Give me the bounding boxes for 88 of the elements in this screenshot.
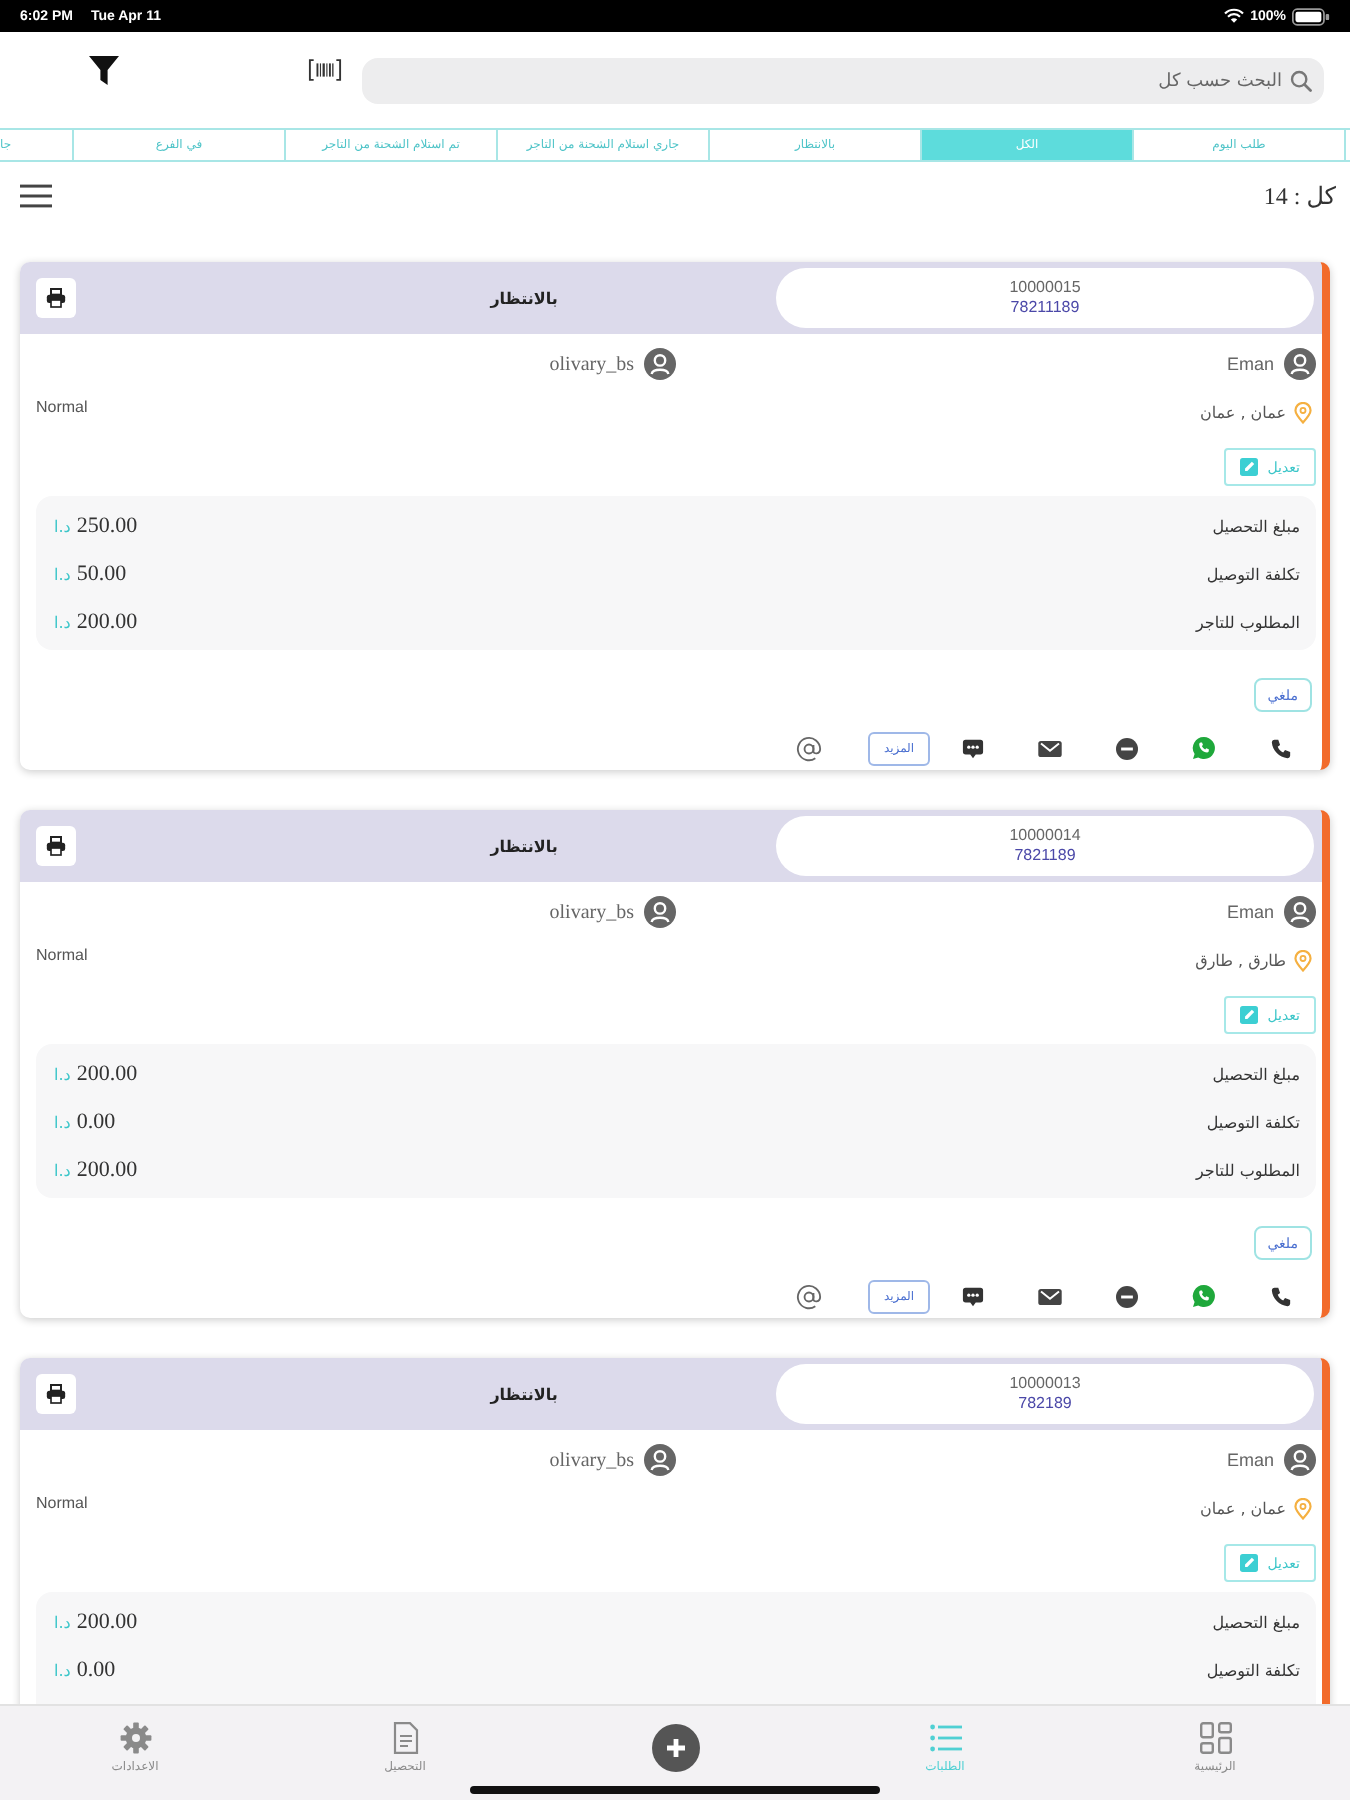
edit-icon <box>1239 1006 1258 1024</box>
envelope-icon[interactable] <box>1038 1287 1062 1305</box>
order-phone: 782189 <box>1018 1394 1072 1414</box>
at-sign-icon[interactable] <box>796 1283 822 1309</box>
amount-label: مبلغ التحصيل <box>1212 1065 1300 1083</box>
minus-circle-icon[interactable] <box>1116 1285 1138 1307</box>
amount-value: 200.00 <box>76 1158 138 1182</box>
currency-label: د.ا <box>54 1114 71 1132</box>
order-number: 10000014 <box>1009 826 1081 846</box>
amount-label: تكلفة التوصيل <box>1206 565 1300 583</box>
barcode-scan-icon[interactable] <box>308 58 342 82</box>
print-button[interactable] <box>36 278 76 318</box>
location-pin-icon <box>1294 949 1312 971</box>
wifi-icon <box>1224 8 1245 24</box>
search-icon <box>1290 70 1312 92</box>
gear-icon <box>119 1722 152 1754</box>
currency-label: د.ا <box>54 614 71 632</box>
currency-label: د.ا <box>54 1614 71 1632</box>
location-text: عمان , عمان <box>1199 403 1286 421</box>
location-pin-icon <box>1294 401 1312 423</box>
phone-icon[interactable] <box>1270 737 1292 759</box>
customer-name: Eman <box>1226 902 1274 922</box>
document-icon <box>389 1722 421 1754</box>
avatar-icon <box>1284 1444 1316 1476</box>
chat-phone-icon[interactable] <box>1192 736 1216 760</box>
currency-label: د.ا <box>54 1066 71 1084</box>
print-button[interactable] <box>36 1374 76 1414</box>
amount-value: 250.00 <box>76 514 138 538</box>
at-sign-icon[interactable] <box>796 735 822 761</box>
merchant-name: olivary_bs <box>549 1449 634 1471</box>
merchant-name: olivary_bs <box>549 901 634 923</box>
avatar-icon <box>644 348 676 380</box>
list-icon <box>929 1722 962 1754</box>
amount-label: تكلفة التوصيل <box>1206 1661 1300 1679</box>
envelope-icon[interactable] <box>1038 739 1062 757</box>
location-pin-icon <box>1294 1497 1312 1519</box>
print-button[interactable] <box>36 826 76 866</box>
avatar-icon <box>1284 896 1316 928</box>
location-text: طارق , طارق <box>1195 951 1286 969</box>
avatar-icon <box>644 896 676 928</box>
grid-icon <box>1199 1722 1232 1754</box>
chat-phone-icon[interactable] <box>1192 1284 1216 1308</box>
speech-bubble-icon[interactable] <box>962 737 984 759</box>
order-number: 10000015 <box>1009 278 1081 298</box>
currency-label: د.ا <box>54 1662 71 1680</box>
order-status: بالانتظار <box>490 1385 558 1403</box>
order-number: 10000013 <box>1009 1374 1081 1394</box>
printer-icon <box>46 836 66 856</box>
amount-value: 0.00 <box>76 1110 116 1134</box>
search-field[interactable]: البحث حسب كل <box>362 58 1324 104</box>
order-count: كل : 14 <box>1263 181 1336 211</box>
amount-label: المطلوب للتاجر <box>1196 1161 1300 1179</box>
avatar-icon <box>644 1444 676 1476</box>
customer-name: Eman <box>1226 354 1274 374</box>
amount-label: تكلفة التوصيل <box>1206 1113 1300 1131</box>
amount-value: 200.00 <box>76 1062 138 1086</box>
avatar-icon <box>1284 348 1316 380</box>
location-text: عمان , عمان <box>1199 1499 1286 1517</box>
filter-icon[interactable] <box>88 54 120 86</box>
customer-name: Eman <box>1226 1450 1274 1470</box>
currency-label: د.ا <box>54 566 71 584</box>
edit-icon <box>1239 1554 1258 1572</box>
minus-circle-icon[interactable] <box>1116 737 1138 759</box>
delivery-type: Normal <box>36 946 88 964</box>
delivery-type: Normal <box>36 1494 88 1512</box>
order-phone: 78211189 <box>1010 298 1080 318</box>
amount-value: 0.00 <box>76 1658 116 1682</box>
menu-icon[interactable] <box>20 184 52 208</box>
add-button[interactable] <box>651 1724 699 1772</box>
order-status: بالانتظار <box>490 289 558 307</box>
currency-label: د.ا <box>54 1162 71 1180</box>
amount-label: مبلغ التحصيل <box>1212 517 1300 535</box>
amount-value: 200.00 <box>76 610 138 634</box>
amount-value: 50.00 <box>76 562 127 586</box>
merchant-name: olivary_bs <box>549 353 634 375</box>
printer-icon <box>46 288 66 308</box>
order-status: بالانتظار <box>490 837 558 855</box>
phone-icon[interactable] <box>1270 1285 1292 1307</box>
edit-icon <box>1239 458 1258 476</box>
speech-bubble-icon[interactable] <box>962 1285 984 1307</box>
amount-label: المطلوب للتاجر <box>1196 613 1300 631</box>
order-phone: 7821189 <box>1014 846 1076 866</box>
amount-value: 200.00 <box>76 1610 138 1634</box>
printer-icon <box>46 1384 66 1404</box>
currency-label: د.ا <box>54 518 71 536</box>
battery-icon <box>1292 7 1330 25</box>
amount-label: مبلغ التحصيل <box>1212 1613 1300 1631</box>
delivery-type: Normal <box>36 398 88 416</box>
